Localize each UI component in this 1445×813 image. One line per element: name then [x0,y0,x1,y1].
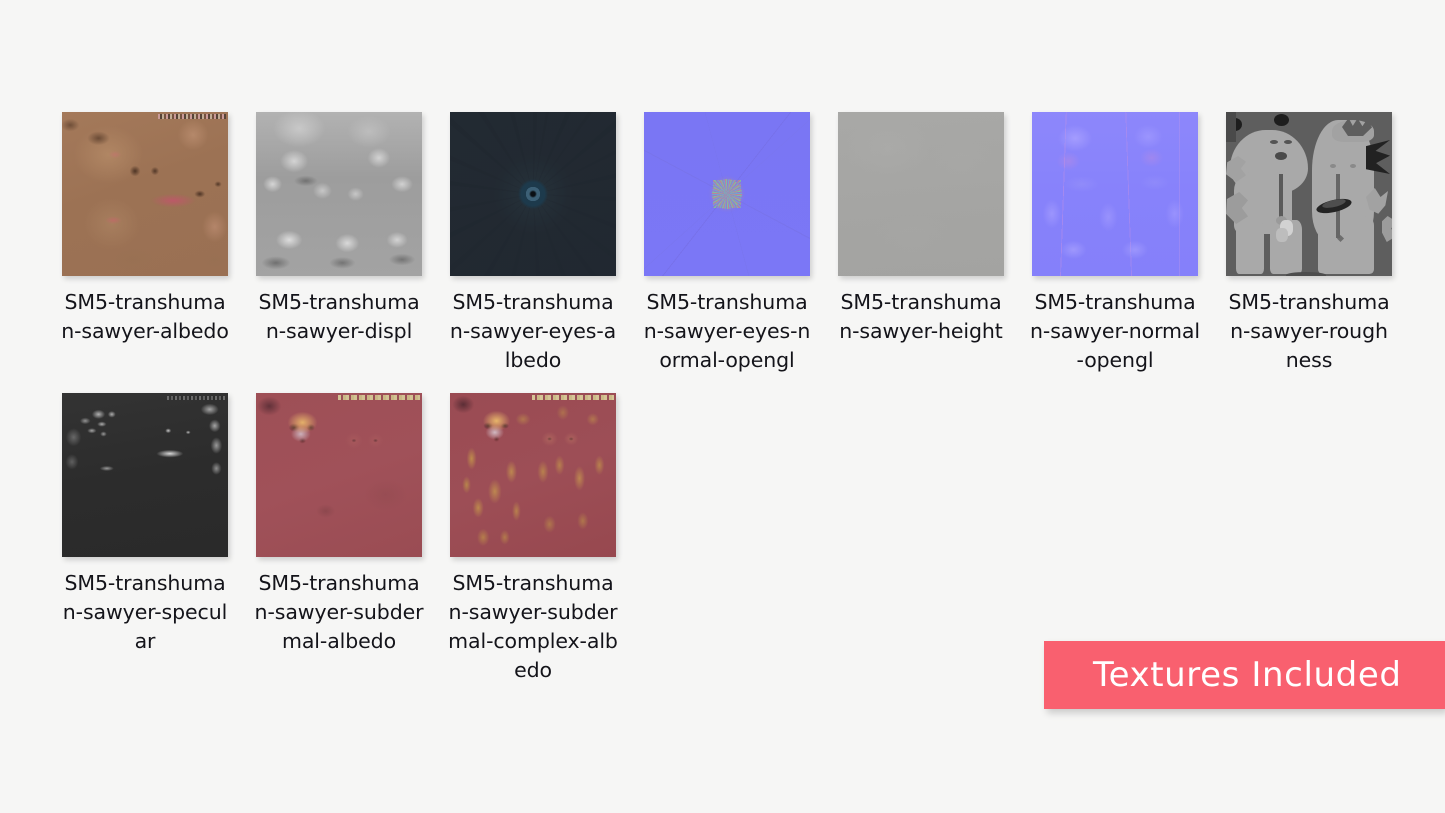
texture-preview-image [62,112,228,276]
texture-preview-image [1032,112,1198,276]
texture-tile[interactable]: SM5-transhuman-sawyer-normal-opengl [1030,112,1200,375]
texture-label: SM5-transhuman-sawyer-eyes-albedo [449,290,617,372]
texture-preview-image [1226,112,1392,276]
texture-label: SM5-transhuman-sawyer-displ [258,290,420,343]
texture-tile[interactable]: SM5-transhuman-sawyer-eyes-normal-opengl [644,112,810,375]
texture-thumbnail-displ[interactable] [256,112,422,276]
texture-preview-image [838,112,1004,276]
texture-tile[interactable]: SM5-transhuman-sawyer-eyes-albedo [450,112,616,375]
texture-tile[interactable]: SM5-transhuman-sawyer-specular [62,393,228,656]
texture-label: SM5-transhuman-sawyer-subdermal-albedo [254,571,424,653]
texture-thumbnail-subdermal[interactable] [256,393,422,557]
texture-preview-image [256,112,422,276]
texture-thumbnail-specular[interactable] [62,393,228,557]
texture-tile[interactable]: SM5-transhuman-sawyer-displ [256,112,422,346]
texture-tile[interactable]: SM5-transhuman-sawyer-height [838,112,1004,346]
textures-included-badge: Textures Included [1044,641,1445,709]
texture-label: SM5-transhuman-sawyer-albedo [61,290,229,343]
texture-gallery: SM5-transhuman-sawyer-albedo SM5-transhu… [61,112,1402,703]
texture-grid: SM5-transhuman-sawyer-albedo SM5-transhu… [61,112,1402,703]
texture-label: SM5-transhuman-sawyer-height [839,290,1003,343]
texture-label: SM5-transhuman-sawyer-subdermal-complex-… [448,571,618,682]
texture-ornament-overlay [450,393,616,557]
texture-preview-image [644,112,810,276]
texture-tile[interactable]: SM5-transhuman-sawyer-albedo [61,112,229,346]
texture-preview-image [256,393,422,557]
texture-thumbnail-subdermal-complex[interactable] [450,393,616,557]
texture-iris-overlay [712,179,742,209]
texture-thumbnail-albedo[interactable] [62,112,228,276]
texture-preview-image [450,112,616,276]
texture-label: SM5-transhuman-sawyer-roughness [1228,290,1390,372]
texture-label: SM5-transhuman-sawyer-eyes-normal-opengl [643,290,811,372]
texture-tile[interactable]: SM5-transhuman-sawyer-roughness [1226,112,1392,375]
texture-detail-overlay [1032,112,1198,276]
texture-thumbnail-normal[interactable] [1032,112,1198,276]
texture-thumbnail-eyes-albedo[interactable] [450,112,616,276]
texture-label: SM5-transhuman-sawyer-normal-opengl [1030,290,1200,372]
texture-label: SM5-transhuman-sawyer-specular [62,571,228,653]
texture-tile[interactable]: SM5-transhuman-sawyer-subdermal-complex-… [448,393,618,685]
badge-label: Textures Included [1093,655,1402,695]
texture-thumbnail-height[interactable] [838,112,1004,276]
texture-thumbnail-eyes-normal[interactable] [644,112,810,276]
texture-preview-image [450,393,616,557]
texture-tile[interactable]: SM5-transhuman-sawyer-subdermal-albedo [254,393,424,656]
texture-preview-image [62,393,228,557]
texture-thumbnail-roughness[interactable] [1226,112,1392,276]
